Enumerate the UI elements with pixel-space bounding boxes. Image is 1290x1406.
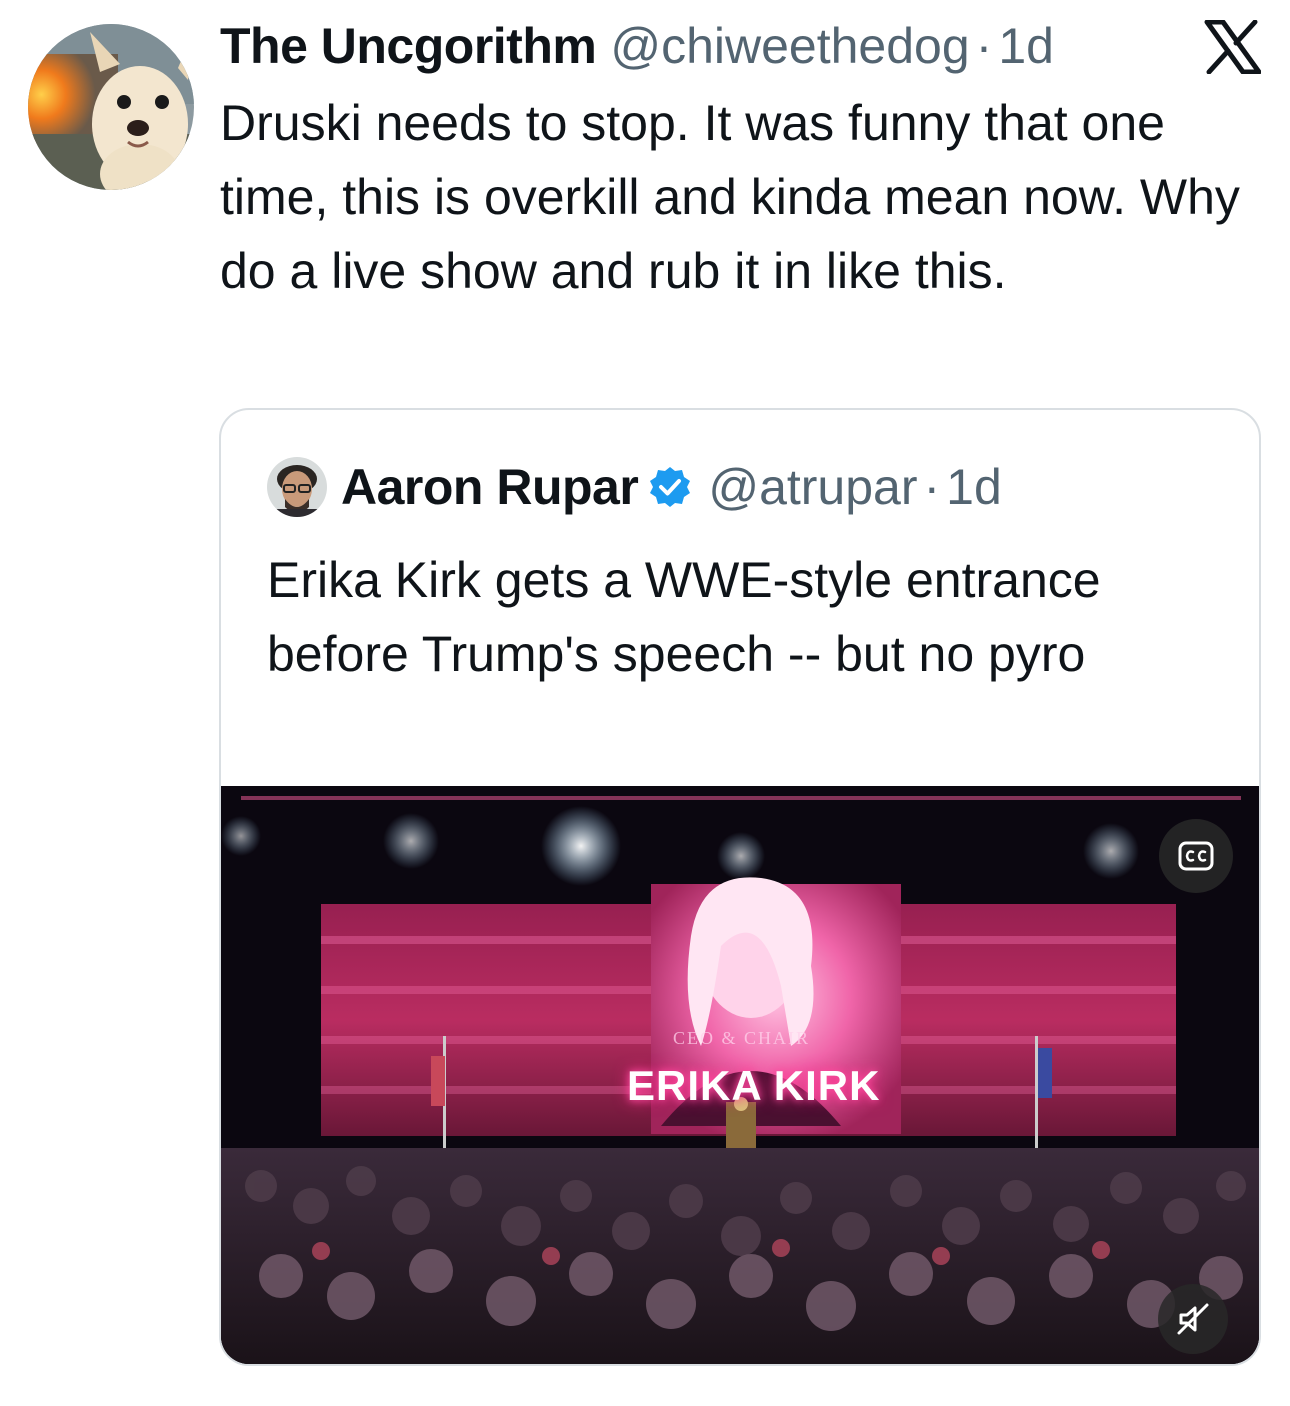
quoted-separator-dot: · [923, 459, 941, 515]
closed-captions-icon [1178, 841, 1214, 871]
mute-button[interactable] [1158, 1284, 1228, 1354]
quoted-tweet-timestamp[interactable]: 1d [946, 458, 1002, 516]
x-logo-icon[interactable] [1203, 19, 1262, 75]
video-player[interactable]: CEO & CHAIR ERIKA KIRK [221, 786, 1259, 1364]
author-handle[interactable]: @chiweethedog [610, 17, 969, 75]
quoted-author-avatar[interactable] [267, 457, 327, 517]
quoted-author-handle[interactable]: @atrupar [708, 458, 917, 516]
author-avatar[interactable] [28, 24, 194, 190]
tweet-header: The Uncgorithm @chiweethedog · 1d [220, 14, 1054, 78]
quoted-tweet-text: Erika Kirk gets a WWE-style entrance bef… [267, 552, 1101, 682]
quoted-tweet-card[interactable]: Aaron Rupar @atrupar · 1d Erika Kirk gets … [219, 408, 1261, 1366]
verified-badge-icon [650, 467, 691, 507]
muted-speaker-icon [1177, 1303, 1209, 1335]
closed-captions-button[interactable] [1159, 819, 1233, 893]
author-display-name[interactable]: The Uncgorithm [220, 17, 597, 75]
stage-screen-subtitle: CEO & CHAIR [673, 1028, 811, 1048]
quoted-author-display-name[interactable]: Aaron Rupar [341, 458, 639, 516]
separator-dot: · [975, 18, 993, 74]
quoted-tweet-header: Aaron Rupar @atrupar · 1d [267, 456, 1002, 518]
tweet-timestamp[interactable]: 1d [998, 17, 1054, 75]
stage-screen-name: ERIKA KIRK [627, 1062, 881, 1109]
tweet[interactable]: The Uncgorithm @chiweethedog · 1d Druski n… [0, 0, 1290, 1406]
tweet-text: Druski needs to stop. It was funny that … [220, 95, 1240, 299]
tweet-actions-bar [220, 1396, 1260, 1406]
